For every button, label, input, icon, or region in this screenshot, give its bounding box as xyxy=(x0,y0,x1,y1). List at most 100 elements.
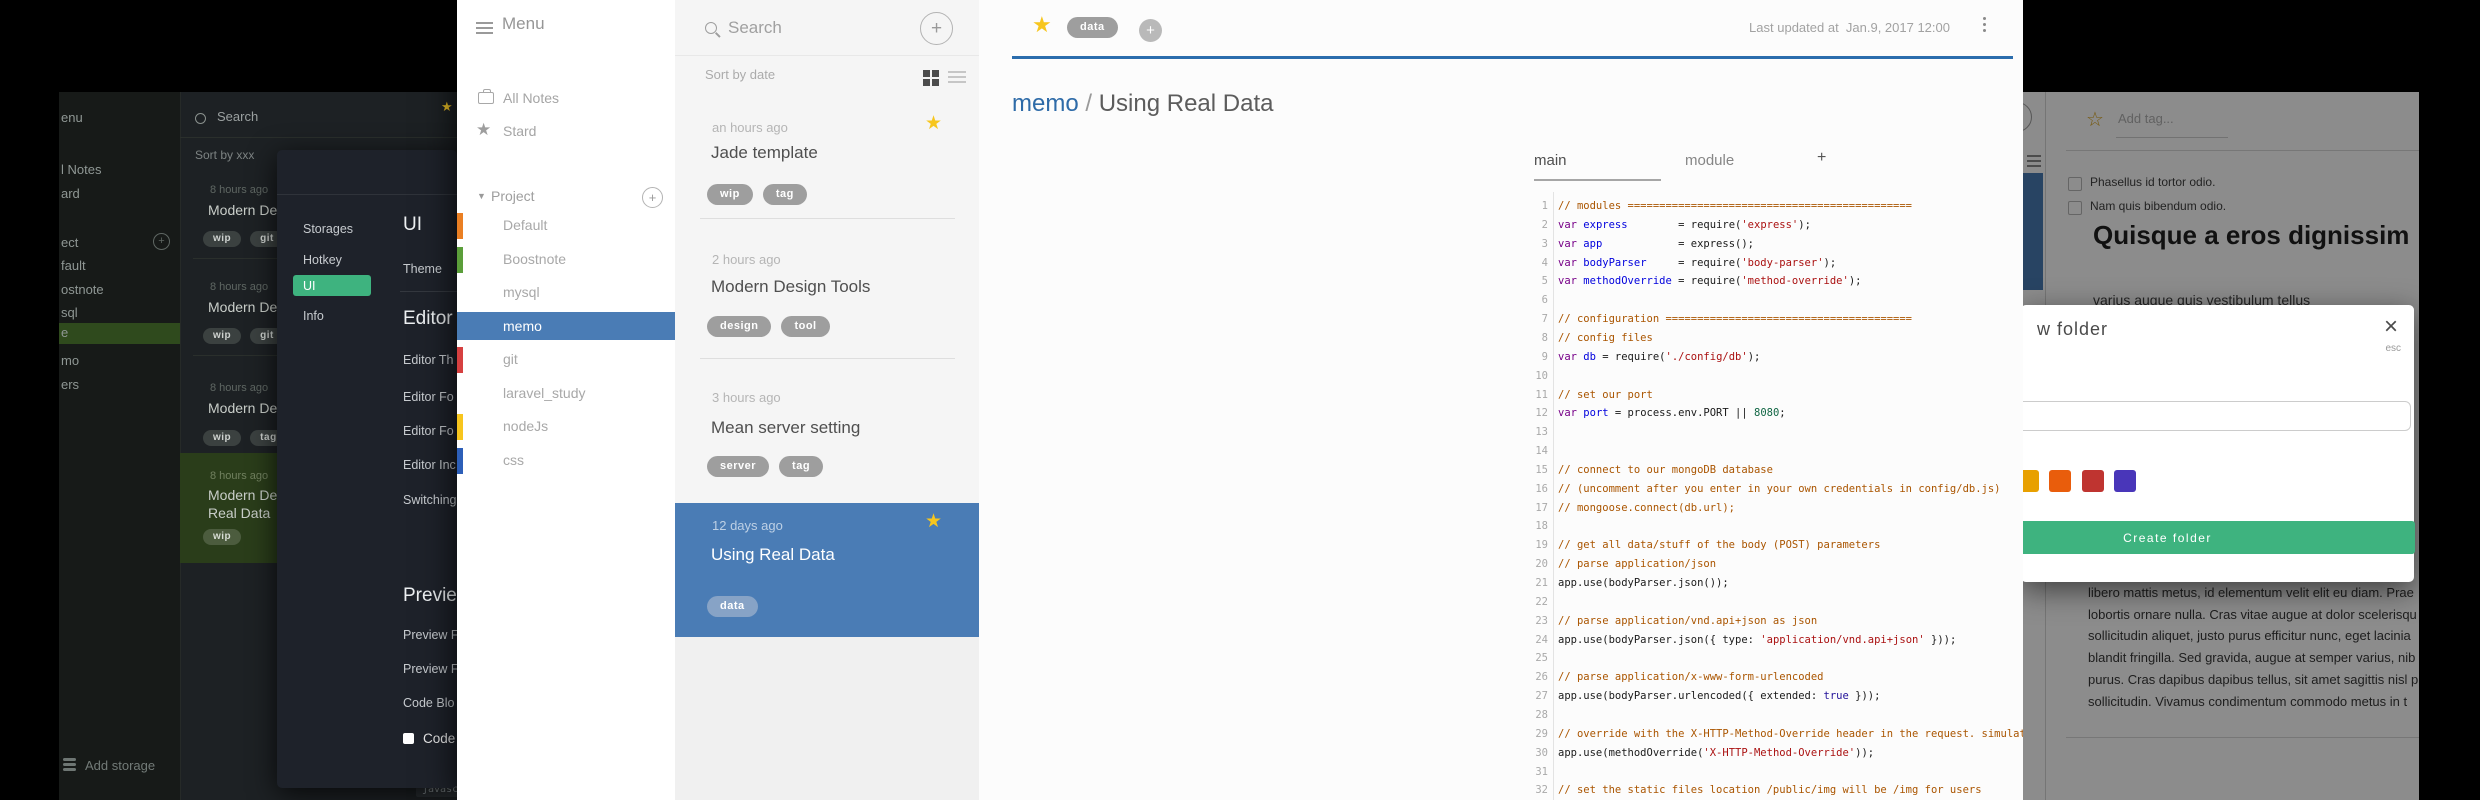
code-token: port xyxy=(1583,407,1609,420)
sidebar-item-selected[interactable] xyxy=(59,323,180,344)
sidebar-item[interactable]: ostnote xyxy=(61,282,104,297)
note-title[interactable]: Modern Design Tools xyxy=(711,277,870,297)
folder-item[interactable]: laravel_study xyxy=(503,385,586,401)
list-view-icon[interactable] xyxy=(948,71,966,86)
folder-item[interactable]: Default xyxy=(503,217,547,233)
folder-item[interactable]: mysql xyxy=(503,284,540,300)
sidebar-item[interactable]: ect xyxy=(61,235,78,250)
code-line-text: // parse application/vnd.api+json as jso… xyxy=(1558,612,1817,631)
settings-item[interactable]: Preview F xyxy=(403,628,457,642)
note-star-toggle[interactable]: ★ xyxy=(1032,14,1052,36)
settings-nav-item[interactable]: Info xyxy=(303,309,324,323)
tag-pill: server xyxy=(707,456,770,477)
note-tags: wip xyxy=(203,526,250,545)
sort-by-control[interactable]: Sort by date xyxy=(705,67,775,82)
create-folder-button[interactable]: Create folder xyxy=(2023,521,2415,554)
add-snippet-tab-button[interactable]: + xyxy=(1817,149,1826,167)
tab-main[interactable]: main xyxy=(1534,152,1567,169)
code-line-number: 6 xyxy=(1541,294,1548,307)
folder-name-input[interactable] xyxy=(2023,401,2411,431)
settings-item[interactable]: Editor Fo xyxy=(403,424,454,438)
note-tags: data xyxy=(707,596,768,617)
sidebar-item-all-notes[interactable]: All Notes xyxy=(503,90,559,106)
add-storage-button[interactable]: Add storage xyxy=(85,758,155,773)
sidebar-item[interactable]: sql xyxy=(61,305,78,320)
add-folder-button[interactable] xyxy=(642,187,663,208)
tab-module[interactable]: module xyxy=(1685,152,1734,169)
divider xyxy=(675,55,979,56)
folder-item[interactable]: memo xyxy=(503,318,542,334)
sidebar-item[interactable]: l Notes xyxy=(61,162,101,177)
search-icon xyxy=(705,22,717,34)
star-icon[interactable]: ★ xyxy=(925,512,942,531)
code-line-text: app.use(bodyParser.json()); xyxy=(1558,574,1729,593)
sidebar-item[interactable]: ers xyxy=(61,377,79,392)
kebab-menu-icon[interactable] xyxy=(1983,17,1986,35)
search-input[interactable]: Search xyxy=(217,109,258,124)
code-line-number: 13 xyxy=(1535,426,1548,439)
code-token: app.use(bodyParser.json({ type: xyxy=(1558,633,1761,646)
code-token: var xyxy=(1558,256,1577,269)
code-line: 12 var port = process.env.PORT || 8080; xyxy=(1501,404,2023,423)
settings-nav-item[interactable]: Hotkey xyxy=(303,253,342,267)
settings-item[interactable]: Editor Fo xyxy=(403,390,454,404)
settings-nav-item[interactable]: UI xyxy=(303,279,316,293)
code-line: 30 app.use(methodOverride('X-HTTP-Method-… xyxy=(1501,744,2023,763)
chevron-down-icon[interactable]: ▼ xyxy=(477,191,486,201)
code-line-number: 27 xyxy=(1535,690,1548,703)
search-input[interactable]: Search xyxy=(728,18,782,38)
settings-theme-label: Theme xyxy=(403,262,442,276)
add-tag-button[interactable]: + xyxy=(1139,19,1162,42)
settings-nav-item[interactable]: Storages xyxy=(303,222,353,236)
add-folder-icon[interactable]: + xyxy=(153,233,170,250)
note-folder-crumb[interactable]: memo xyxy=(1012,90,1079,117)
note-title[interactable]: Using Real Data xyxy=(711,545,835,565)
folder-item[interactable]: css xyxy=(503,452,524,468)
code-line-text: // parse application/x-www-form-urlencod… xyxy=(1558,668,1824,687)
menu-button[interactable]: Menu xyxy=(502,14,545,34)
star-icon[interactable]: ★ xyxy=(925,114,942,133)
settings-item[interactable]: Switching xyxy=(403,493,457,507)
note-title[interactable]: Mean server setting xyxy=(711,418,860,438)
sidebar-item[interactable]: mo xyxy=(61,353,79,368)
code-line-text: // set our port xyxy=(1558,386,1653,405)
checkbox[interactable] xyxy=(403,733,414,744)
settings-item[interactable]: Preview F xyxy=(403,662,457,676)
sidebar-item[interactable]: fault xyxy=(61,258,86,273)
code-line-text: // override with the X-HTTP-Method-Overr… xyxy=(1558,725,2023,744)
sidebar-item-starred[interactable]: Stard xyxy=(503,123,536,139)
code-line-number: 18 xyxy=(1535,520,1548,533)
color-swatch[interactable] xyxy=(2049,470,2071,492)
folder-item-selected[interactable] xyxy=(457,311,675,340)
grid-view-icon[interactable] xyxy=(923,70,939,86)
code-token: var xyxy=(1558,350,1577,363)
divider xyxy=(277,194,457,195)
code-line: 22 xyxy=(1501,593,2023,612)
folder-item[interactable]: git xyxy=(503,351,518,367)
sidebar-item[interactable]: e xyxy=(61,325,68,340)
folder-item[interactable]: Boostnote xyxy=(503,251,566,267)
code-token: // set our port xyxy=(1558,388,1653,401)
folder-item[interactable]: nodeJs xyxy=(503,418,548,434)
note-title[interactable]: Jade template xyxy=(711,143,818,163)
project-tree-label[interactable]: Project xyxy=(491,188,535,204)
code-line-number: 20 xyxy=(1535,558,1548,571)
hamburger-icon[interactable] xyxy=(476,22,493,37)
tag-pill[interactable]: data xyxy=(1067,17,1118,38)
code-line-number: 29 xyxy=(1535,727,1548,740)
color-swatch[interactable] xyxy=(2114,470,2136,492)
code-token: var xyxy=(1558,237,1577,250)
color-swatch[interactable] xyxy=(2023,470,2039,492)
sidebar-item[interactable]: ard xyxy=(61,186,80,201)
close-icon[interactable]: × xyxy=(2384,313,2398,341)
color-swatch[interactable] xyxy=(2082,470,2104,492)
settings-item[interactable]: Editor Th xyxy=(403,353,454,367)
settings-item[interactable]: Code Blo xyxy=(403,696,454,710)
code-token: bodyParser xyxy=(1583,256,1647,269)
new-note-button[interactable] xyxy=(920,12,953,45)
sort-by-control[interactable]: Sort by xxx xyxy=(195,148,254,162)
sidebar-item[interactable]: enu xyxy=(61,110,83,125)
code-token: './config/db' xyxy=(1665,350,1748,363)
settings-item[interactable]: Editor Inc xyxy=(403,458,456,472)
code-line: 6 xyxy=(1501,291,2023,310)
